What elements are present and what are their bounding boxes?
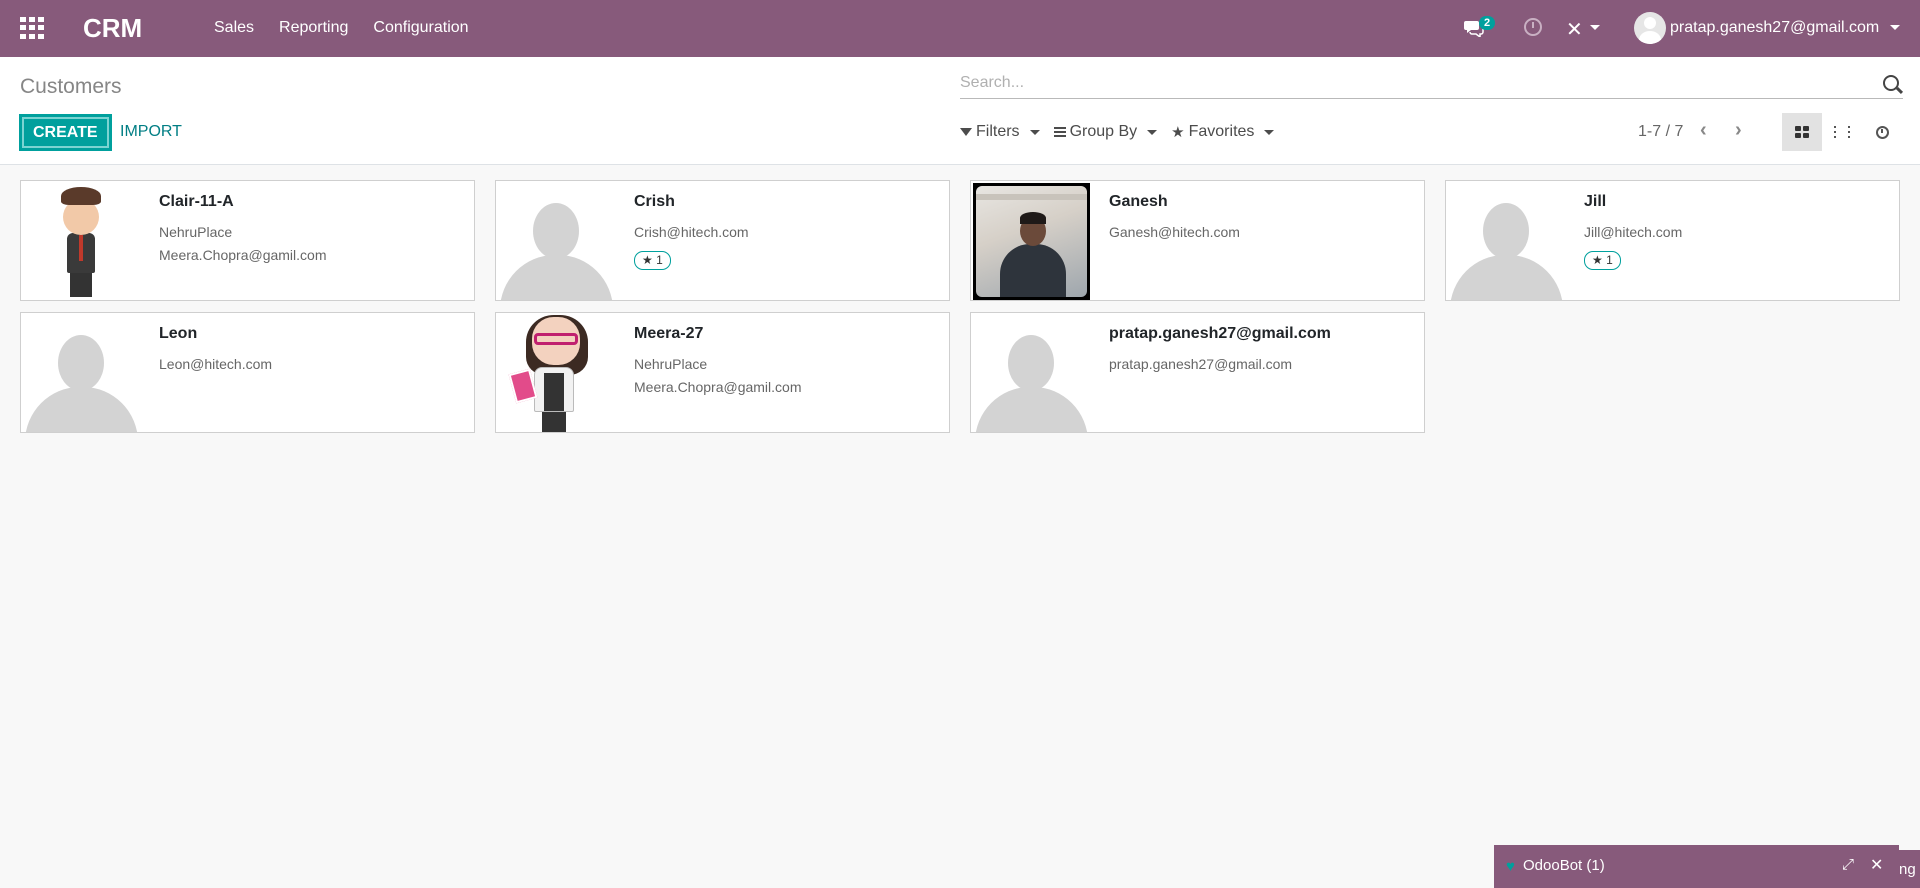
filters-label: Filters [976,123,1020,140]
card-email: Meera.Chopra@gamil.com [634,379,802,395]
card-title: Ganesh [1109,193,1168,210]
kanban-card[interactable]: pratap.ganesh27@gmail.com pratap.ganesh2… [970,312,1425,433]
kanban-card[interactable]: Crish Crish@hitech.com ★ 1 [495,180,950,301]
kanban-card[interactable]: Ganesh Ganesh@hitech.com [970,180,1425,301]
badge-count: 1 [1606,253,1613,267]
menu-item-configuration[interactable]: Configuration [373,19,468,37]
placeholder-avatar-image [498,183,615,300]
card-title: pratap.ganesh27@gmail.com [1109,325,1331,342]
star-count-badge[interactable]: ★ 1 [1584,251,1621,270]
card-address: NehruPlace [159,224,233,240]
filters-dropdown[interactable]: Filters [960,123,1040,141]
pager-value[interactable]: 1-7 / 7 [1638,123,1683,141]
card-email: Meera.Chopra@gamil.com [159,247,327,263]
search-input[interactable] [960,69,1860,97]
search-bar [960,69,1903,99]
activity-view-button[interactable] [1862,113,1902,151]
card-title: Crish [634,193,675,210]
user-menu-name[interactable]: pratap.ganesh27@gmail.com [1670,19,1879,37]
chat-count-badge: 2 [1479,16,1496,30]
top-navbar: CRM Sales Reporting Configuration 2 ✕ pr… [0,0,1920,57]
customer-avatar [498,315,615,432]
star-icon: ★ [642,253,653,267]
chevron-right-icon[interactable]: › [1735,119,1742,142]
customer-avatar [23,315,140,432]
search-icon[interactable] [1883,75,1899,91]
cartoon-businesswoman-image [23,183,140,300]
card-title: Jill [1584,193,1607,210]
chat-window-title[interactable]: OdooBot (1) [1523,857,1605,874]
control-panel: Customers CREATE IMPORT Filters Group By… [0,57,1920,165]
kanban-card[interactable]: Meera-27 NehruPlace Meera.Chopra@gamil.c… [495,312,950,433]
favorites-label: Favorites [1188,123,1255,140]
groupby-dropdown[interactable]: Group By [1053,123,1158,141]
breadcrumb: Customers [20,75,122,98]
filter-funnel-icon [960,128,972,136]
placeholder-avatar-image [973,315,1090,432]
second-chat-title: ng [1899,861,1916,878]
kanban-card[interactable]: Clair-11-A NehruPlace Meera.Chopra@gamil… [20,180,475,301]
chevron-left-icon[interactable]: ‹ [1700,119,1707,142]
card-email: Crish@hitech.com [634,224,749,240]
user-avatar[interactable] [1634,12,1666,44]
apps-menu-icon[interactable] [20,17,44,39]
customer-avatar [973,315,1090,432]
chevron-down-icon[interactable] [1590,25,1600,30]
second-chat-window[interactable]: ng [1899,850,1920,888]
list-view-button[interactable] [1822,113,1862,151]
card-email: Ganesh@hitech.com [1109,224,1240,240]
card-email: Jill@hitech.com [1584,224,1683,240]
placeholder-avatar-image [23,315,140,432]
cartoon-woman-glasses-image [498,315,615,432]
group-bars-icon [1053,127,1066,137]
create-button[interactable]: CREATE [19,114,112,151]
kanban-grid-icon [1795,126,1809,138]
heart-icon: ♥ [1506,858,1515,875]
activity-clock-icon[interactable] [1524,18,1542,36]
customer-avatar [498,183,615,300]
star-icon: ★ [1592,253,1603,267]
card-email: pratap.ganesh27@gmail.com [1109,356,1293,372]
main-menu: Sales Reporting Configuration [214,19,494,37]
badge-count: 1 [656,253,663,267]
profile-photo-image [973,183,1090,300]
card-title: Leon [159,325,198,342]
card-title: Clair-11-A [159,193,234,210]
menu-item-reporting[interactable]: Reporting [279,19,348,37]
customer-avatar [973,183,1090,300]
card-email: Leon@hitech.com [159,356,273,372]
favorites-dropdown[interactable]: ★ Favorites [1171,123,1275,141]
star-icon: ★ [1171,124,1185,141]
list-icon [1834,126,1850,138]
app-brand[interactable]: CRM [83,13,142,44]
clock-icon [1875,125,1889,139]
chevron-down-icon [1029,129,1040,135]
placeholder-avatar-image [1448,183,1565,300]
kanban-card[interactable]: Jill Jill@hitech.com ★ 1 [1445,180,1900,301]
kanban-card[interactable]: Leon Leon@hitech.com [20,312,475,433]
card-address: NehruPlace [634,356,708,372]
chevron-down-icon [1264,129,1275,135]
kanban-view-button[interactable] [1782,113,1822,151]
star-count-badge[interactable]: ★ 1 [634,251,671,270]
debug-tools-icon[interactable]: ✕ [1566,17,1583,42]
card-title: Meera-27 [634,325,704,342]
expand-icon[interactable]: ⤢ [1842,856,1854,873]
menu-item-sales[interactable]: Sales [214,19,254,37]
odoobot-chat-window[interactable]: ♥ OdooBot (1) ⤢ ✕ [1494,845,1899,888]
import-button[interactable]: IMPORT [120,123,182,141]
chevron-down-icon [1147,129,1158,135]
chevron-down-icon[interactable] [1890,25,1900,30]
close-icon[interactable]: ✕ [1870,855,1883,875]
groupby-label: Group By [1069,123,1138,140]
search-options: Filters Group By ★ Favorites [960,123,1288,141]
customer-avatar [1448,183,1565,300]
customer-avatar [23,183,140,300]
